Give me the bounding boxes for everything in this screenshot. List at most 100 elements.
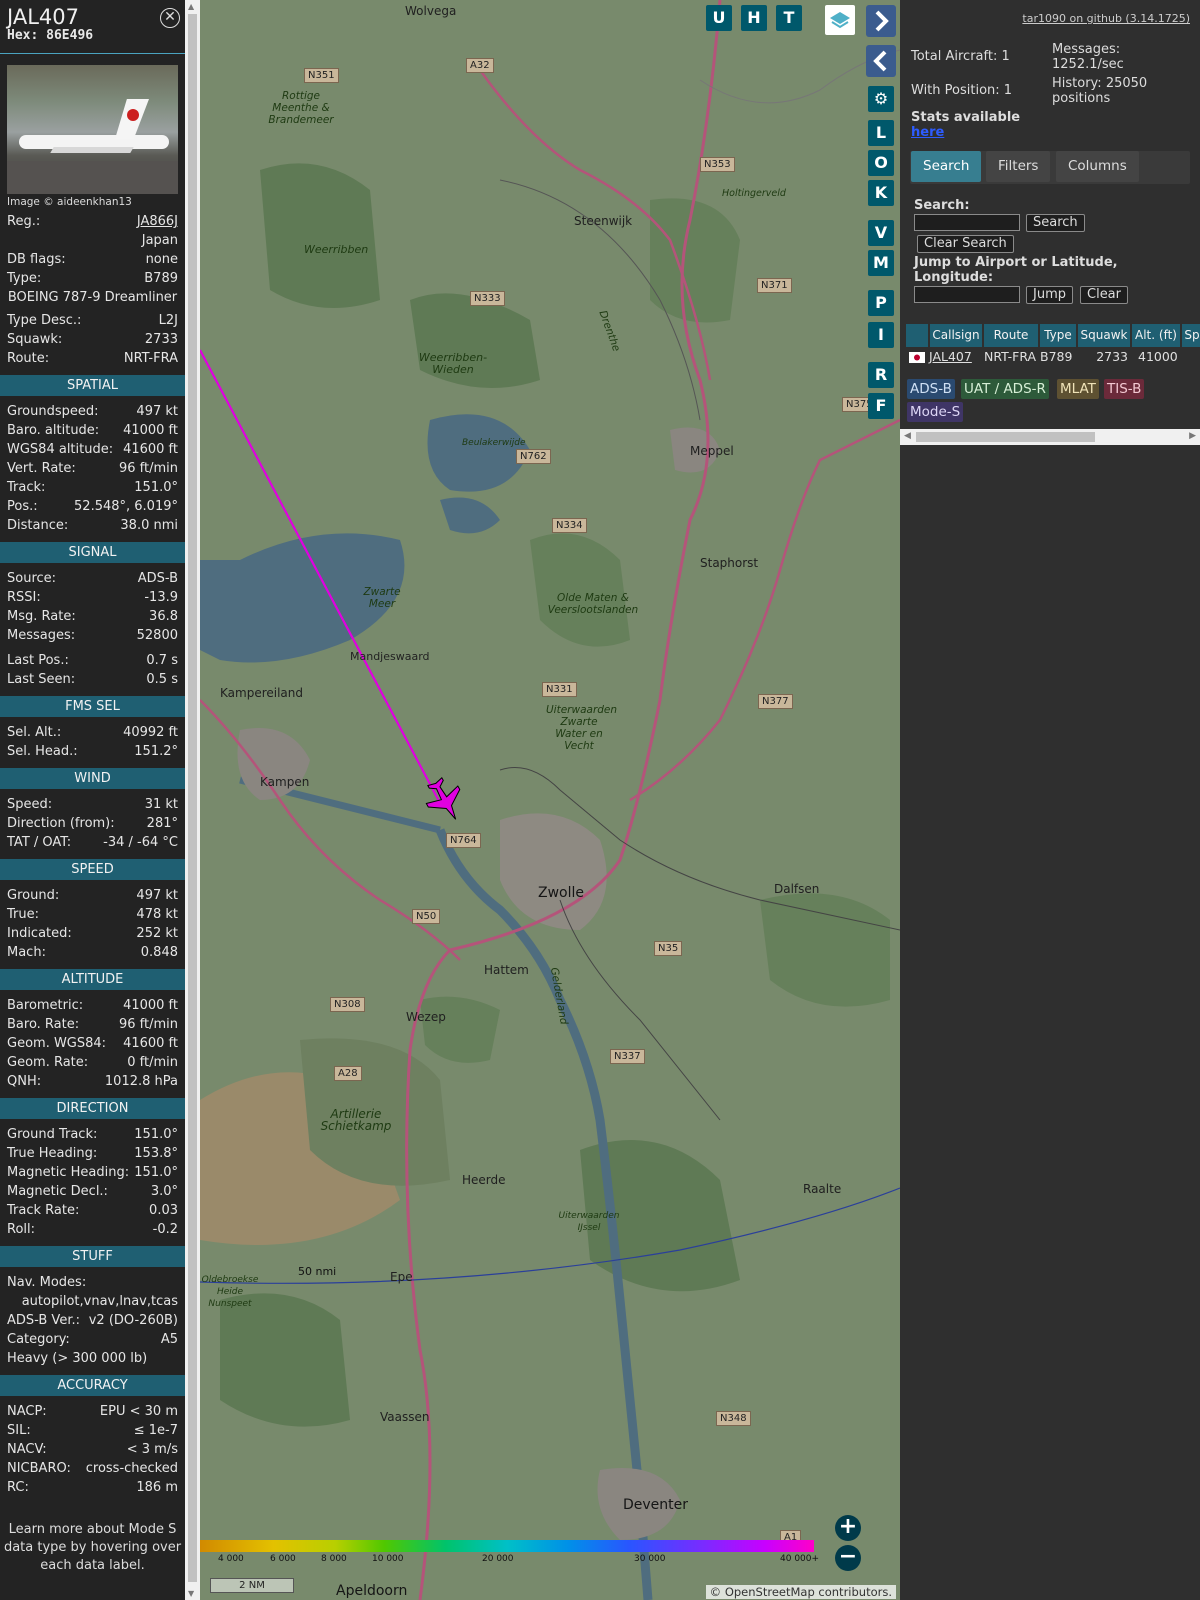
aircraft-photo[interactable] — [7, 65, 178, 194]
legend-uat[interactable]: UAT / ADS-R — [961, 379, 1049, 399]
road-n762: N762 — [516, 449, 551, 464]
section-signal[interactable]: SIGNAL — [0, 542, 185, 563]
map-button-m[interactable]: M — [868, 250, 894, 276]
legend-adsb[interactable]: ADS-B — [907, 379, 955, 399]
map[interactable]: Wolvega Steenwijk Meppel Staphorst Kampe… — [200, 0, 900, 1600]
alt-tick-4000: 4 000 — [218, 1554, 244, 1564]
alt-tick-10000: 10 000 — [372, 1554, 404, 1564]
row-callsign[interactable]: JAL407 — [929, 347, 972, 367]
section-stuff[interactable]: STUFF — [0, 1246, 185, 1267]
row-alt: 41000 — [1138, 349, 1178, 364]
registration-link[interactable]: JA866J — [137, 214, 178, 229]
info-label: Mach: — [7, 945, 46, 960]
info-row: Msg. Rate: 36.8 — [0, 607, 185, 626]
place-kampereiland: Kampereiland — [220, 686, 303, 700]
detail-label: Route: — [7, 351, 50, 366]
legend-mlat[interactable]: MLAT — [1057, 379, 1099, 399]
map-button-l[interactable]: L — [868, 120, 894, 146]
section-accuracy[interactable]: ACCURACY — [0, 1375, 185, 1396]
road-n337: N337 — [610, 1049, 645, 1064]
info-label: Direction (from): — [7, 816, 115, 831]
layers-icon[interactable] — [825, 5, 855, 35]
detail-label: Reg.: — [7, 214, 41, 229]
info-value: ≤ 1e-7 — [133, 1423, 178, 1438]
expand-right-icon[interactable] — [866, 5, 896, 37]
altitude-color-scale — [200, 1540, 814, 1552]
col-callsign[interactable]: Callsign — [930, 324, 982, 347]
col-alt[interactable]: Alt. (ft) — [1132, 324, 1180, 347]
info-row: Last Pos.: 0.7 s — [0, 651, 185, 670]
place-apeldoorn: Apeldoorn — [336, 1583, 408, 1599]
info-label: Speed: — [7, 797, 53, 812]
area-holtingerveld: Holtingerveld — [722, 188, 786, 199]
history-count: History: 25050 positions — [1052, 76, 1148, 106]
col-squawk[interactable]: Squawk — [1078, 324, 1130, 347]
col-speed[interactable]: Sp — [1182, 324, 1200, 347]
close-icon[interactable]: ✕ — [160, 8, 180, 28]
info-header: JAL407 Hex: 86E496 ✕ — [0, 0, 185, 54]
info-value: -0.2 — [152, 1222, 178, 1237]
jump-input[interactable] — [914, 286, 1020, 303]
tab-filters[interactable]: Filters — [986, 151, 1051, 182]
info-label: Magnetic Heading: — [7, 1165, 130, 1180]
map-button-k[interactable]: K — [868, 180, 894, 206]
col-type[interactable]: Type — [1040, 324, 1076, 347]
section-speed[interactable]: SPEED — [0, 859, 185, 880]
info-label: Distance: — [7, 518, 69, 533]
detail-value[interactable]: JA866J — [137, 212, 178, 231]
map-button-o[interactable]: O — [868, 150, 894, 176]
info-label: TAT / OAT: — [7, 835, 72, 850]
detail-value: BOEING 787-9 Dreamliner — [7, 290, 178, 305]
info-scrollbar[interactable]: ▲ ▼ — [185, 0, 200, 1600]
search-button[interactable]: Search — [1026, 214, 1085, 232]
map-button-f[interactable]: F — [868, 393, 894, 419]
section-wind[interactable]: WIND — [0, 768, 185, 789]
place-steenwijk: Steenwijk — [574, 214, 633, 228]
info-row: True: 478 kt — [0, 905, 185, 924]
table-row[interactable]: JAL407 NRT-FRA B789 2733 41000 — [906, 347, 1200, 369]
info-value: 153.8° — [134, 1146, 178, 1161]
map-attribution[interactable]: © OpenStreetMap contributors. — [705, 1585, 896, 1599]
zoom-out-icon[interactable]: − — [835, 1545, 861, 1571]
map-button-v[interactable]: V — [868, 220, 894, 246]
info-label: True: — [7, 907, 39, 922]
info-row: WGS84 altitude: 41600 ft — [0, 440, 185, 459]
map-button-r[interactable]: R — [868, 362, 894, 388]
info-row: Category: A5 — [0, 1330, 185, 1349]
info-label: Geom. WGS84: — [7, 1036, 107, 1051]
clear-search-button[interactable]: Clear Search — [917, 235, 1014, 253]
road-n334: N334 — [552, 518, 587, 533]
table-scrollbar[interactable]: ◀ ▶ — [900, 429, 1200, 445]
clear-jump-button[interactable]: Clear — [1080, 286, 1128, 304]
collapse-left-icon[interactable] — [866, 45, 896, 77]
legend-tisb[interactable]: TIS-B — [1104, 379, 1145, 399]
github-link[interactable]: tar1090 on github (3.14.1725) — [1022, 12, 1190, 25]
info-row: Groundspeed: 497 kt — [0, 402, 185, 421]
place-meppel: Meppel — [690, 444, 734, 458]
info-value: 478 kt — [136, 907, 178, 922]
section-direction[interactable]: DIRECTION — [0, 1098, 185, 1119]
with-position: With Position: 1 — [911, 83, 1013, 98]
info-value: EPU < 30 m — [99, 1404, 178, 1419]
search-input[interactable] — [914, 214, 1020, 231]
road-n35: N35 — [654, 941, 683, 956]
jump-button[interactable]: Jump — [1026, 286, 1073, 304]
settings-gear-icon[interactable]: ⚙ — [868, 86, 894, 112]
legend-modes[interactable]: Mode-S — [907, 402, 964, 422]
tab-columns[interactable]: Columns — [1056, 151, 1139, 182]
col-route[interactable]: Route — [984, 324, 1038, 347]
info-row: Magnetic Heading: 151.0° — [0, 1163, 185, 1182]
section-altitude[interactable]: ALTITUDE — [0, 969, 185, 990]
map-button-t[interactable]: T — [776, 5, 802, 31]
tab-search[interactable]: Search — [911, 151, 982, 182]
map-button-h[interactable]: H — [741, 5, 767, 31]
info-row: Sel. Head.: 151.2° — [0, 742, 185, 761]
place-hattem: Hattem — [484, 963, 529, 977]
map-button-p[interactable]: P — [868, 290, 894, 316]
section-spatial[interactable]: SPATIAL — [0, 375, 185, 396]
map-button-u[interactable]: U — [706, 5, 732, 31]
stats-here-link[interactable]: here — [911, 125, 944, 140]
section-fms-sel[interactable]: FMS SEL — [0, 696, 185, 717]
zoom-in-icon[interactable]: + — [835, 1515, 861, 1541]
map-button-i[interactable]: I — [868, 322, 894, 348]
